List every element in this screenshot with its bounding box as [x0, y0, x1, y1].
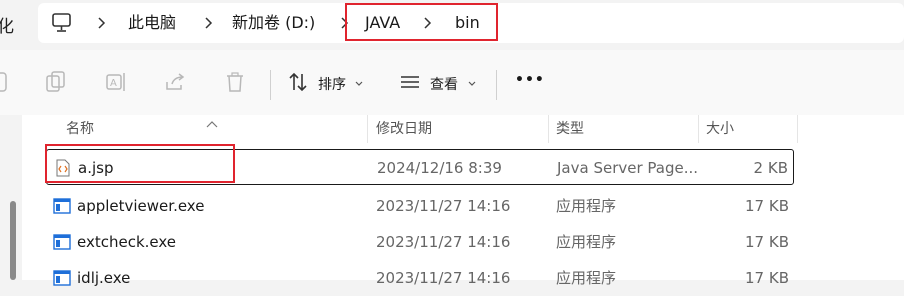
copy-icon[interactable]	[44, 70, 68, 94]
sort-button[interactable]: 排序	[318, 74, 346, 94]
file-name[interactable]: appletviewer.exe	[77, 188, 204, 224]
exe-file-icon	[53, 197, 71, 215]
file-date: 2023/11/27 14:16	[376, 233, 511, 251]
more-options-button[interactable]: •••	[515, 72, 545, 88]
column-header-name[interactable]: 名称	[66, 115, 94, 143]
highlight-annotation-box	[45, 144, 235, 183]
file-size: 17 KB	[745, 233, 789, 251]
svg-text:A: A	[110, 78, 117, 89]
sort-icon[interactable]	[286, 70, 310, 94]
column-header-size[interactable]: 大小	[706, 115, 734, 143]
column-header-date[interactable]: 修改日期	[376, 115, 432, 143]
sort-up-arrow-icon	[205, 115, 219, 128]
address-bar-area: 化 此电脑 新加卷 (D:) JAVA bin	[0, 0, 904, 50]
view-icon[interactable]	[398, 70, 422, 94]
delete-icon[interactable]	[223, 70, 247, 94]
chevron-down-icon[interactable]	[467, 74, 491, 98]
command-bar: A 排序 查看 •••	[0, 50, 904, 116]
table-row[interactable]: extcheck.exe 2023/11/27 14:16 应用程序 17 KB	[46, 224, 794, 260]
breadcrumb-this-pc[interactable]: 此电脑	[128, 3, 176, 43]
toolbar-divider	[496, 70, 497, 100]
file-type: 应用程序	[556, 269, 617, 287]
file-date: 2023/11/27 14:16	[376, 197, 511, 215]
file-date: 2023/11/27 14:16	[376, 269, 511, 287]
view-button[interactable]: 查看	[430, 74, 458, 94]
highlight-annotation-box	[345, 3, 498, 41]
file-type: Java Server Page...	[557, 159, 699, 177]
file-type: 应用程序	[556, 197, 617, 215]
file-name[interactable]: extcheck.exe	[77, 224, 176, 260]
file-name[interactable]: idlj.exe	[77, 260, 130, 296]
file-size: 17 KB	[745, 269, 789, 287]
file-list: 名称 修改日期 类型 大小 a.jsp 2024/12/16 8:39 Java…	[0, 115, 904, 287]
file-date: 2024/12/16 8:39	[377, 159, 502, 177]
share-icon[interactable]	[163, 70, 187, 94]
toolbar-divider	[270, 70, 271, 100]
chevron-down-icon[interactable]	[354, 74, 378, 98]
cut-icon[interactable]	[0, 70, 12, 94]
exe-file-icon	[53, 269, 71, 287]
file-type: 应用程序	[556, 233, 617, 251]
table-row[interactable]: idlj.exe 2023/11/27 14:16 应用程序 17 KB	[46, 260, 794, 296]
breadcrumb-drive-d[interactable]: 新加卷 (D:)	[232, 3, 315, 43]
file-size: 17 KB	[745, 197, 789, 215]
computer-icon[interactable]	[51, 13, 73, 33]
scrollbar-thumb[interactable]	[10, 201, 16, 280]
scrollbar-track[interactable]	[0, 115, 22, 280]
column-divider[interactable]	[367, 115, 368, 143]
chevron-right-icon[interactable]	[203, 3, 215, 43]
column-divider[interactable]	[548, 115, 549, 143]
file-size: 2 KB	[753, 159, 788, 177]
rename-icon[interactable]: A	[105, 70, 129, 94]
column-header-type[interactable]: 类型	[556, 115, 584, 143]
left-title-fragment: 化	[0, 17, 14, 37]
exe-file-icon	[53, 233, 71, 251]
chevron-right-icon[interactable]	[96, 3, 108, 43]
column-divider[interactable]	[797, 115, 798, 143]
table-row[interactable]: appletviewer.exe 2023/11/27 14:16 应用程序 1…	[46, 188, 794, 224]
column-divider[interactable]	[698, 115, 699, 143]
